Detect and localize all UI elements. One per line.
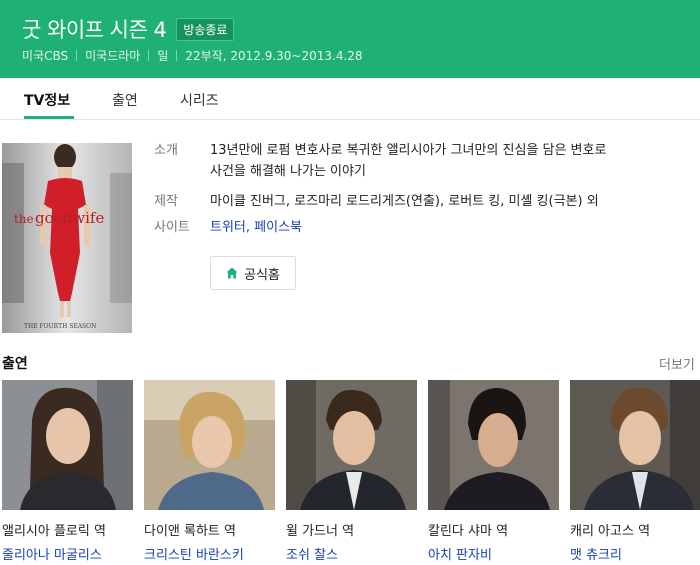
meta-day: 일 [157, 49, 169, 63]
twitter-link[interactable]: 트위터 [210, 220, 246, 235]
more-link[interactable]: 더보기 [659, 354, 695, 373]
cast-role: 다이앤 록하트 역 [144, 524, 236, 539]
intro-text-1: 13년만에 로펌 변호사로 복귀한 앨리시아가 그녀만의 진심을 담은 변호로 [210, 143, 607, 158]
cast-photo[interactable] [428, 380, 559, 510]
meta-divider [176, 50, 178, 61]
meta-episodes: 22부작, 2012.9.30~2013.4.28 [185, 49, 363, 63]
production-value: 마이클 진버그, 로즈마리 로드리게즈(연출), 로버트 킹, 미셸 킹(극본)… [210, 194, 599, 209]
cast-card[interactable]: 캐리 아고스 역 맷 츄크리 [570, 380, 700, 563]
title-header: 굿 와이프 시즌 4 방송종료 미국CBS 미국드라마 일 22부작, 2012… [0, 0, 700, 78]
site-link-separator: , [245, 220, 251, 235]
cast-actor-link[interactable]: 줄리아나 마굴리스 [2, 544, 133, 563]
cast-actor-link[interactable]: 맷 츄크리 [570, 544, 700, 563]
tab-tv-info[interactable]: TV정보 [24, 90, 70, 110]
cast-role: 앨리시아 플로릭 역 [2, 524, 106, 539]
site-label: 사이트 [154, 220, 190, 235]
cast-role: 윌 가드너 역 [286, 524, 355, 539]
cast-role: 캐리 아고스 역 [570, 524, 651, 539]
facebook-link[interactable]: 페이스북 [254, 220, 302, 235]
cast-photo[interactable] [2, 380, 133, 510]
cast-photo[interactable] [144, 380, 275, 510]
intro-text-2: 사건을 해결해 나가는 이야기 [210, 164, 366, 179]
poster-logo: goodwife [35, 209, 104, 227]
title-row: 굿 와이프 시즌 4 방송종료 [22, 14, 235, 44]
home-icon [226, 267, 238, 279]
meta-divider [148, 50, 150, 61]
official-home-label: 공식홈 [244, 267, 280, 283]
active-tab-indicator [24, 116, 74, 119]
official-home-button[interactable]: 공식홈 [210, 256, 296, 290]
meta-channel: 미국CBS [22, 49, 69, 63]
site-links: 트위터, 페이스북 [210, 217, 670, 239]
poster-caption: THE FOURTH SEASON [24, 323, 96, 330]
status-badge: 방송종료 [176, 17, 235, 41]
cast-actor-link[interactable]: 아치 판자비 [428, 544, 559, 563]
page-title[interactable]: 굿 와이프 시즌 4 [22, 14, 167, 44]
meta-divider [76, 50, 78, 61]
cast-role: 칼린다 샤마 역 [428, 524, 509, 539]
cast-photo[interactable] [570, 380, 700, 510]
poster-logo-prefix: the [14, 212, 34, 226]
meta-row: 미국CBS 미국드라마 일 22부작, 2012.9.30~2013.4.28 [22, 47, 363, 64]
poster-art: the goodwife THE FOURTH SEASON [2, 143, 132, 333]
production-label: 제작 [154, 194, 178, 209]
tab-series[interactable]: 시리즈 [180, 90, 219, 110]
tab-bar: TV정보 출연 시리즈 [0, 78, 700, 120]
meta-genre: 미국드라마 [85, 49, 141, 63]
intro-label: 소개 [154, 143, 178, 158]
poster-image[interactable]: the goodwife THE FOURTH SEASON [2, 143, 132, 333]
cast-card[interactable]: 칼린다 샤마 역 아치 판자비 [428, 380, 559, 563]
cast-actor-link[interactable]: 조쉬 찰스 [286, 544, 417, 563]
cast-photo[interactable] [286, 380, 417, 510]
cast-section-title: 출연 [2, 356, 28, 372]
cast-card[interactable]: 윌 가드너 역 조쉬 찰스 [286, 380, 417, 563]
cast-actor-link[interactable]: 크리스틴 바란스키 [144, 544, 275, 563]
cast-card[interactable]: 앨리시아 플로릭 역 줄리아나 마굴리스 [2, 380, 133, 563]
tab-cast[interactable]: 출연 [112, 90, 138, 110]
cast-card[interactable]: 다이앤 록하트 역 크리스틴 바란스키 [144, 380, 275, 563]
